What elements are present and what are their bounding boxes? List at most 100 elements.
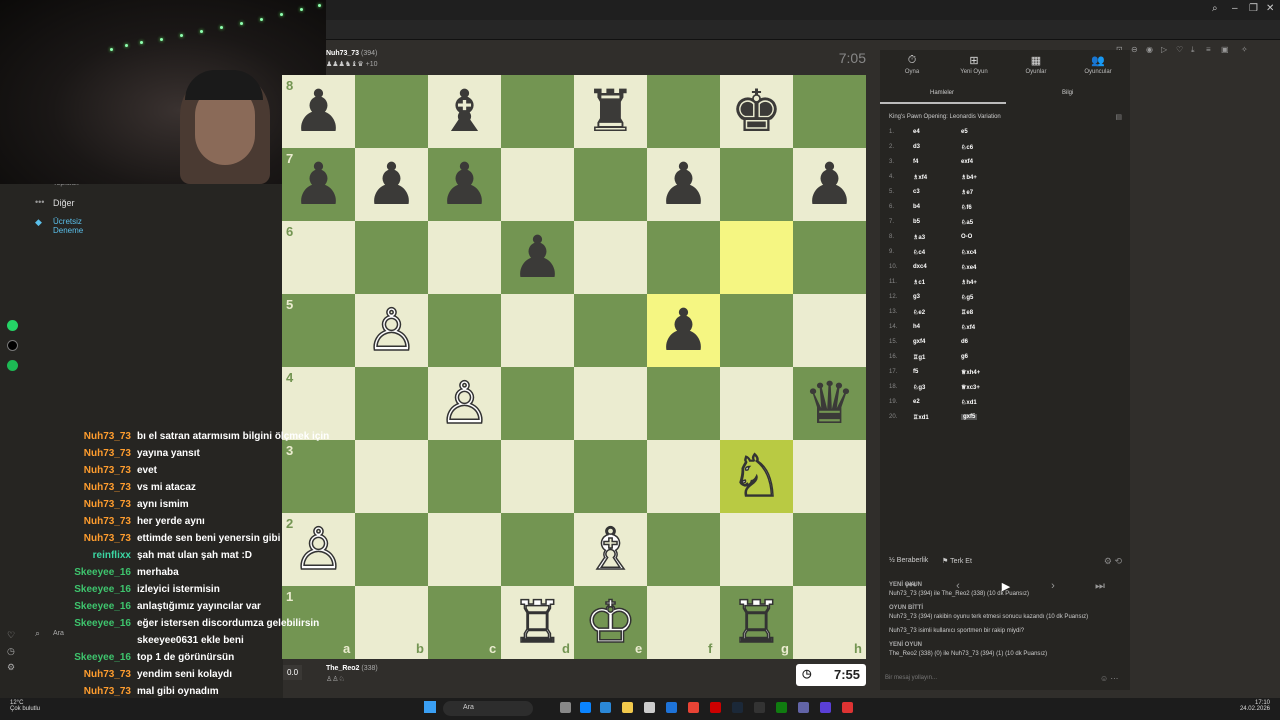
chat-username[interactable]: Nuh73_73 bbox=[72, 669, 131, 680]
spotify-icon[interactable] bbox=[7, 360, 18, 371]
emoji-icon[interactable]: ☺ ⋯ bbox=[1100, 674, 1118, 683]
app3-icon[interactable] bbox=[820, 702, 831, 713]
mail-icon[interactable] bbox=[666, 702, 677, 713]
menu-icon[interactable]: ≡ bbox=[1206, 45, 1211, 54]
top-player-name[interactable]: Nuh73_73 bbox=[326, 50, 359, 57]
square-f3[interactable] bbox=[647, 440, 720, 513]
minimize-icon[interactable]: – bbox=[1232, 3, 1238, 14]
wallet-icon[interactable]: ▣ bbox=[1221, 45, 1229, 54]
square-g7[interactable] bbox=[720, 148, 793, 221]
square-c5[interactable] bbox=[428, 294, 501, 367]
chrome-icon[interactable] bbox=[688, 702, 699, 713]
piece-g1[interactable]: ♖ bbox=[720, 586, 793, 659]
square-g6[interactable] bbox=[720, 221, 793, 294]
ai-icon[interactable]: ✧ bbox=[1241, 45, 1248, 54]
piece-d1[interactable]: ♖ bbox=[501, 586, 574, 659]
move-w[interactable]: g3 bbox=[913, 294, 920, 300]
eye-icon[interactable]: ◉ bbox=[1146, 45, 1153, 54]
square-d2[interactable] bbox=[501, 513, 574, 586]
app4-icon[interactable] bbox=[842, 702, 853, 713]
piece-e1[interactable]: ♔ bbox=[574, 586, 647, 659]
task-view-icon[interactable] bbox=[560, 702, 571, 713]
move-w[interactable]: c3 bbox=[913, 189, 920, 195]
piece-b7[interactable]: ♟ bbox=[355, 148, 428, 221]
tab-games[interactable]: ▦ Oyunlar bbox=[1005, 54, 1067, 75]
app-icon[interactable] bbox=[644, 702, 655, 713]
taskbar-search[interactable]: Ara bbox=[443, 701, 533, 716]
tab-info[interactable]: Bilgi bbox=[1062, 90, 1073, 96]
zoom-icon[interactable]: ⊖ bbox=[1131, 45, 1138, 54]
settings-icon[interactable]: ⚙ ⟲ bbox=[1104, 556, 1122, 567]
chat-username[interactable]: Nuh73_73 bbox=[72, 465, 131, 476]
last-move-icon[interactable]: ⏭ bbox=[1078, 580, 1122, 596]
square-e7[interactable] bbox=[574, 148, 647, 221]
move-w[interactable]: ♘g3 bbox=[913, 384, 925, 391]
piece-e2[interactable]: ♗ bbox=[574, 513, 647, 586]
draw-button[interactable]: ½ Beraberlik bbox=[889, 557, 928, 564]
move-w[interactable]: dxc4 bbox=[913, 264, 927, 270]
teams-icon[interactable] bbox=[798, 702, 809, 713]
move-b[interactable]: O-O bbox=[961, 234, 972, 240]
square-h2[interactable] bbox=[793, 513, 866, 586]
move-w[interactable]: h4 bbox=[913, 324, 920, 330]
chat-username[interactable]: Nuh73_73 bbox=[72, 686, 131, 697]
square-c3[interactable] bbox=[428, 440, 501, 513]
move-b[interactable]: d6 bbox=[961, 339, 968, 345]
move-w[interactable]: ♘e2 bbox=[913, 309, 925, 316]
chat-username[interactable]: Nuh73_73 bbox=[72, 533, 131, 544]
chat-username[interactable]: Skeeyee_16 bbox=[72, 618, 131, 629]
next-move-icon[interactable]: › bbox=[1031, 580, 1075, 596]
move-w[interactable]: f5 bbox=[913, 369, 918, 375]
move-w[interactable]: ♗a3 bbox=[913, 234, 925, 241]
close-icon[interactable]: ✕ bbox=[1266, 3, 1274, 14]
restore-icon[interactable]: ❐ bbox=[1249, 3, 1258, 14]
square-d8[interactable] bbox=[501, 75, 574, 148]
move-b[interactable]: ♖e8 bbox=[961, 309, 973, 316]
piece-f7[interactable]: ♟ bbox=[647, 148, 720, 221]
move-w[interactable]: d3 bbox=[913, 144, 920, 150]
square-h5[interactable] bbox=[793, 294, 866, 367]
resign-button[interactable]: ⚑ Terk Et bbox=[942, 557, 972, 565]
move-b[interactable]: ♘xe4 bbox=[961, 264, 976, 271]
square-g2[interactable] bbox=[720, 513, 793, 586]
move-b[interactable]: ♕xc3+ bbox=[961, 384, 980, 391]
chat-username[interactable]: Nuh73_73 bbox=[72, 431, 131, 442]
heart-icon[interactable]: ♡ bbox=[7, 630, 15, 641]
chat-username[interactable]: reinflixx bbox=[72, 550, 131, 561]
square-g5[interactable] bbox=[720, 294, 793, 367]
move-b[interactable]: ♗e7 bbox=[961, 189, 973, 196]
move-b[interactable]: ♘xd1 bbox=[961, 399, 977, 406]
move-w[interactable]: e2 bbox=[913, 399, 920, 405]
square-b2[interactable] bbox=[355, 513, 428, 586]
chat-username[interactable]: Nuh73_73 bbox=[72, 516, 131, 527]
tab-players[interactable]: 👥 Oyuncular bbox=[1067, 54, 1129, 75]
history-icon[interactable]: ◷ bbox=[7, 646, 15, 657]
move-b[interactable]: ♘a5 bbox=[961, 219, 973, 226]
square-h6[interactable] bbox=[793, 221, 866, 294]
chat-message-input[interactable]: Bir mesaj yollayın... bbox=[885, 675, 937, 681]
chat-username[interactable]: Nuh73_73 bbox=[72, 499, 131, 510]
nav-more[interactable]: Diğer bbox=[53, 198, 75, 208]
square-g4[interactable] bbox=[720, 367, 793, 440]
taskbar-clock[interactable]: 17:10 24.02.2026 bbox=[1240, 700, 1270, 712]
move-w[interactable]: ♗xf4 bbox=[913, 174, 927, 181]
move-b[interactable]: ♘c6 bbox=[961, 144, 973, 151]
move-w[interactable]: b4 bbox=[913, 204, 920, 210]
bottom-player-name[interactable]: The_Reo2 bbox=[326, 665, 359, 672]
xbox-icon[interactable] bbox=[776, 702, 787, 713]
square-b6[interactable] bbox=[355, 221, 428, 294]
square-e6[interactable] bbox=[574, 221, 647, 294]
app2-icon[interactable] bbox=[754, 702, 765, 713]
square-f6[interactable] bbox=[647, 221, 720, 294]
chat-username[interactable]: Nuh73_73 bbox=[72, 448, 131, 459]
square-f8[interactable] bbox=[647, 75, 720, 148]
book-icon[interactable]: ▤ bbox=[1115, 113, 1122, 121]
download-icon[interactable]: ⤓ bbox=[1191, 45, 1195, 55]
move-w[interactable]: ♗c1 bbox=[913, 279, 925, 286]
piece-a7[interactable]: ♟ bbox=[282, 148, 355, 221]
piece-g8[interactable]: ♚ bbox=[720, 75, 793, 148]
square-h3[interactable] bbox=[793, 440, 866, 513]
piece-a2[interactable]: ♙ bbox=[282, 513, 355, 586]
store-icon[interactable] bbox=[600, 702, 611, 713]
chat-username[interactable]: Skeeyee_16 bbox=[72, 567, 131, 578]
